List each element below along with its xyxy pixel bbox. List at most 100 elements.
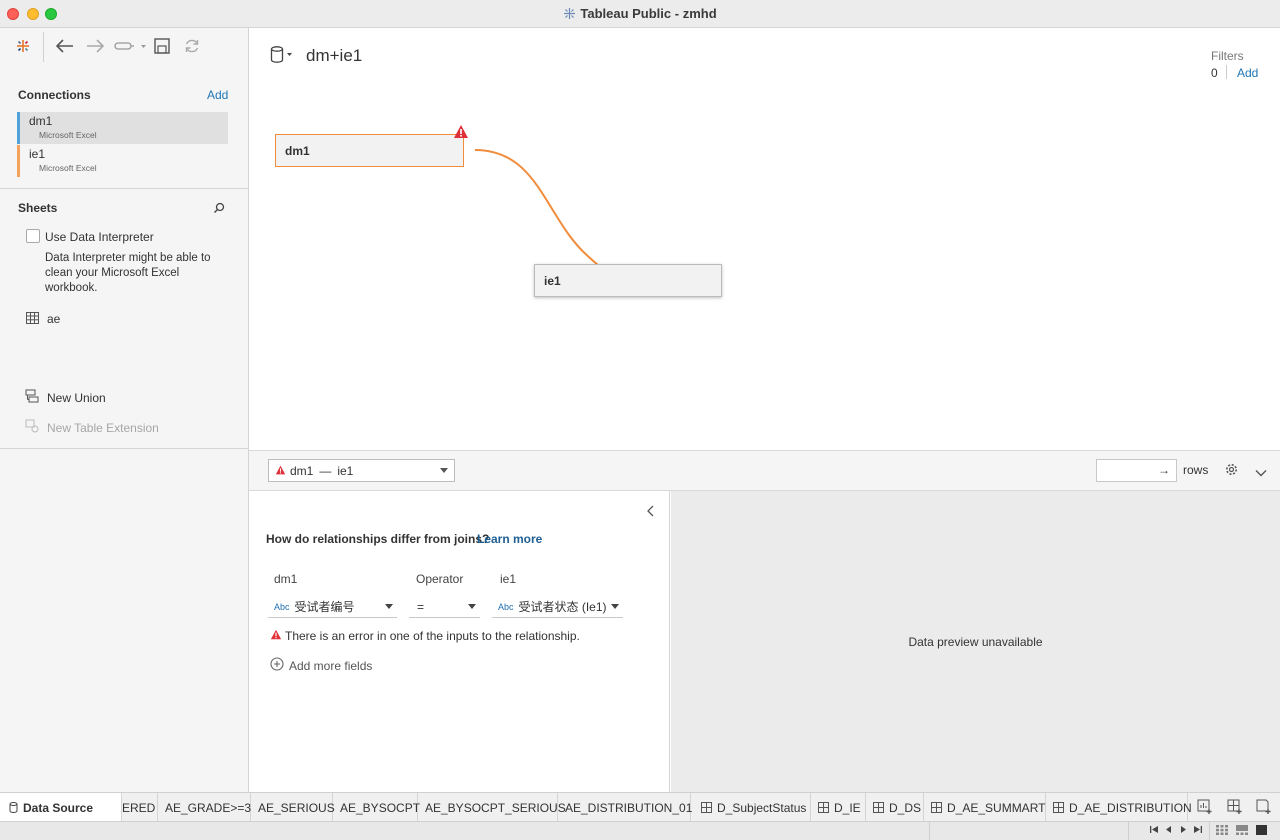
relationship-right: ie1 — [337, 463, 354, 478]
left-table-header: dm1 — [274, 572, 298, 586]
first-sheet-icon[interactable] — [1150, 825, 1159, 836]
new-table-extension-item[interactable]: New Table Extension — [25, 419, 159, 436]
tab-label: AE_BYSOCPT_SERIOUS — [425, 800, 566, 815]
add-filter-link[interactable]: Add — [1237, 66, 1258, 80]
tab-dashboard[interactable]: D_AE_SUMMART — [924, 793, 1046, 822]
error-text: There is an error in one of the inputs t… — [285, 629, 580, 643]
connection-color-bar — [17, 145, 20, 177]
filters-label: Filters — [1211, 49, 1244, 63]
previous-sheet-icon[interactable] — [1165, 825, 1172, 836]
add-more-fields-label: Add more fields — [289, 658, 373, 673]
tab-data-source[interactable]: Data Source — [0, 793, 122, 822]
tableau-app-icon — [563, 7, 576, 23]
title-bar: Tableau Public - zmhd — [0, 0, 1280, 28]
dashboard-icon — [873, 802, 884, 813]
search-sheets-icon[interactable] — [213, 201, 225, 219]
connection-item-dm1[interactable]: dm1 Microsoft Excel — [17, 112, 228, 144]
new-dashboard-icon[interactable] — [1227, 799, 1243, 820]
tab-sheet[interactable]: AE_BYSOCPT — [333, 793, 420, 822]
tab-dashboard[interactable]: D_AE_DISTRIBUTION — [1046, 793, 1192, 822]
new-story-icon[interactable] — [1256, 799, 1272, 820]
connection-name: ie1 — [29, 147, 46, 161]
add-connection-link[interactable]: Add — [207, 88, 228, 102]
data-interpreter-note: Data Interpreter might be able to clean … — [45, 252, 211, 294]
table-card-dm1[interactable]: dm1 — [275, 134, 464, 167]
preview-message: Data preview unavailable — [908, 635, 1043, 649]
gear-icon[interactable] — [1225, 463, 1238, 481]
new-union-item[interactable]: New Union — [25, 389, 106, 406]
save-icon[interactable] — [153, 36, 171, 56]
dashboard-icon — [931, 802, 942, 813]
sheet-item-ae[interactable]: ae — [26, 311, 60, 327]
relationship-dash: — — [319, 463, 332, 478]
connection-item-ie1[interactable]: ie1 Microsoft Excel — [17, 145, 228, 177]
relationship-selector[interactable]: dm1 — ie1 — [268, 459, 455, 482]
chevron-down-icon[interactable] — [1255, 464, 1267, 482]
back-arrow-icon[interactable] — [55, 36, 75, 56]
tab-label: Data Source — [23, 800, 94, 815]
operator-dropdown[interactable]: = — [409, 596, 480, 618]
connection-type: Microsoft Excel — [39, 130, 97, 140]
table-card-name: ie1 — [544, 273, 561, 288]
datasource-name[interactable]: dm+ie1 — [306, 46, 362, 66]
sidebar-divider — [0, 448, 249, 449]
rows-input[interactable]: → — [1096, 459, 1177, 482]
right-table-header: ie1 — [500, 572, 517, 586]
filters-separator — [1226, 65, 1227, 79]
table-card-ie1[interactable]: ie1 — [534, 264, 722, 297]
tab-sheet[interactable]: AE_SERIOUS — [251, 793, 335, 822]
sheets-title: Sheets — [18, 201, 58, 215]
refresh-icon[interactable] — [183, 36, 201, 56]
datasource-icon[interactable] — [270, 46, 294, 69]
connection-name: dm1 — [29, 114, 53, 128]
dashboard-icon — [818, 802, 829, 813]
filmstrip-icon[interactable] — [1236, 825, 1248, 837]
add-more-fields-button[interactable]: Add more fields — [270, 657, 372, 674]
tab-label: D_AE_DISTRIBUTION — [1069, 800, 1192, 815]
tab-label: D_SubjectStatus — [717, 800, 807, 815]
tab-sheet[interactable]: AE_BYSOCPT_SERIOUS — [418, 793, 566, 822]
tab-label: D_DS — [889, 800, 922, 815]
learn-more-link[interactable]: Learn more — [477, 532, 542, 546]
sidebar-divider — [0, 188, 249, 189]
left-field-name: 受试者编号 — [294, 600, 355, 614]
tab-dashboard[interactable]: D_IE — [811, 793, 866, 822]
tab-label: AE_DISTRIBUTION_01 — [565, 800, 693, 815]
tab-sheet[interactable]: ERED — [122, 793, 158, 822]
tab-sheet[interactable]: AE_DISTRIBUTION_01 — [558, 793, 693, 822]
tab-dashboard[interactable]: D_DS — [866, 793, 924, 822]
sheet-sorter-icon[interactable] — [1216, 825, 1228, 837]
tableau-logo-icon[interactable] — [14, 36, 32, 56]
right-field-dropdown[interactable]: Abc 受试者状态 (Ie1) — [492, 596, 623, 618]
new-worksheet-icon[interactable] — [1197, 799, 1213, 820]
chevron-down-icon — [385, 604, 393, 609]
new-union-label: New Union — [47, 390, 106, 405]
warning-icon — [270, 629, 282, 643]
data-source-sidebar: Connections Add dm1 Microsoft Excel ie1 … — [0, 28, 249, 792]
use-data-interpreter-checkbox[interactable] — [26, 229, 40, 243]
tabs-view-icon[interactable] — [1256, 825, 1267, 837]
status-bar — [0, 821, 1280, 840]
dashboard-icon — [701, 802, 712, 813]
sheet-name: ae — [47, 312, 61, 326]
rows-label: rows — [1183, 463, 1209, 477]
tab-sheet[interactable]: AE_GRADE>=3 — [158, 793, 251, 822]
relationship-left: dm1 — [290, 463, 314, 478]
relationship-canvas[interactable] — [249, 28, 1280, 450]
last-sheet-icon[interactable] — [1193, 825, 1202, 836]
chevron-left-icon[interactable] — [646, 504, 656, 522]
right-field-name: 受试者状态 (Ie1) — [518, 600, 607, 614]
sheet-tab-bar: Data Source ERED AE_GRADE>=3 AE_SERIOUS … — [0, 792, 1280, 822]
tab-dashboard[interactable]: D_SubjectStatus — [691, 793, 811, 822]
left-field-dropdown[interactable]: Abc 受试者编号 — [268, 596, 397, 618]
forward-arrow-icon[interactable] — [85, 36, 105, 56]
chevron-down-icon — [468, 604, 476, 609]
tab-label: ERED — [122, 800, 156, 815]
connect-icon[interactable] — [113, 36, 147, 56]
relationship-error: There is an error in one of the inputs t… — [270, 629, 580, 643]
chevron-down-icon — [611, 604, 619, 609]
string-type-icon: Abc — [498, 601, 514, 612]
status-divider — [1128, 822, 1129, 840]
next-sheet-icon[interactable] — [1180, 825, 1187, 836]
warning-icon[interactable] — [453, 124, 469, 144]
